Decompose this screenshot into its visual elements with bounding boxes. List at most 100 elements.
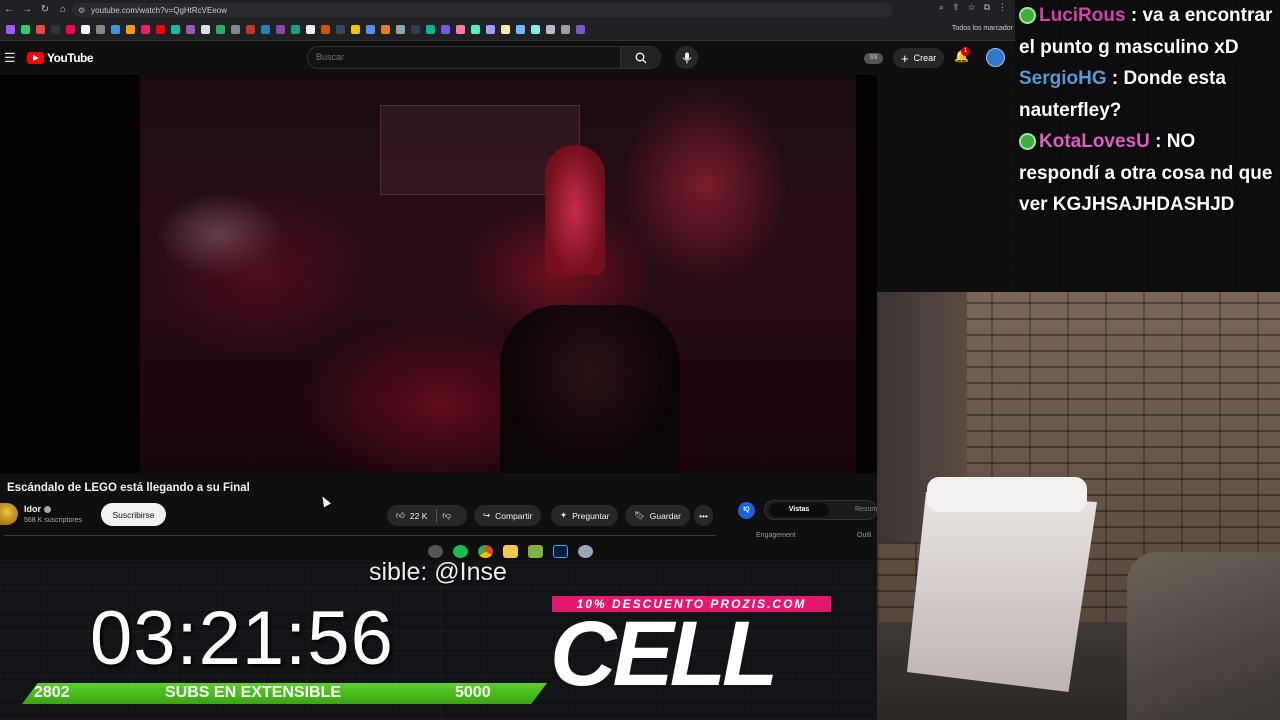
bookmark-icon[interactable] — [321, 25, 330, 34]
browser-window: ← → ↻ ⌂ ⚙ youtube.com/watch?v=QgHtRcVEeo… — [0, 0, 1015, 560]
bookmark-icon[interactable] — [531, 25, 540, 34]
chrome-icon[interactable] — [478, 544, 493, 558]
bookmark-icon[interactable] — [291, 25, 300, 34]
taskbar-app-icon[interactable] — [428, 544, 443, 558]
forward-icon[interactable]: → — [18, 4, 36, 15]
search-input[interactable] — [316, 52, 616, 62]
microphone-icon — [682, 52, 691, 63]
search-button[interactable] — [620, 47, 660, 68]
bookmark-icon[interactable] — [51, 25, 60, 34]
home-icon[interactable]: ⌂ — [54, 4, 72, 15]
webcam-bed — [907, 492, 1097, 692]
bookmark-icon[interactable] — [561, 25, 570, 34]
like-icon[interactable]: 👍︎ — [396, 510, 405, 521]
verified-icon — [44, 506, 51, 514]
divider — [4, 535, 716, 536]
bookmark-icon[interactable] — [306, 25, 315, 34]
bookmark-icon[interactable] — [186, 25, 195, 34]
bookmark-icon[interactable] — [81, 25, 90, 34]
subs-current: 2802 — [34, 684, 70, 701]
bookmark-icon[interactable] — [141, 25, 150, 34]
address-bar[interactable]: ⚙ youtube.com/watch?v=QgHtRcVEeow — [72, 3, 892, 17]
bookmark-icon[interactable] — [516, 25, 525, 34]
dislike-icon[interactable]: 👎︎ — [442, 510, 451, 521]
star-icon[interactable]: ☆ — [967, 2, 975, 13]
bookmark-icon[interactable] — [96, 25, 105, 34]
bookmark-icon[interactable] — [216, 25, 225, 34]
sparkle-icon: ✦ — [560, 510, 568, 520]
youtube-header: ☰ YouTube SS + Crear 🔔 1 — [0, 41, 1015, 75]
bookmark-icon[interactable] — [411, 25, 420, 34]
bookmark-icon[interactable] — [471, 25, 480, 34]
bookmark-icon[interactable] — [381, 25, 390, 34]
iq-badge[interactable]: IQ — [738, 502, 755, 519]
ss-badge[interactable]: SS — [864, 53, 883, 64]
create-label: Crear — [913, 53, 937, 63]
channel-name[interactable]: Idor — [24, 504, 51, 514]
ask-button[interactable]: ✦ Preguntar — [551, 505, 619, 526]
bookmark-icon[interactable] — [276, 25, 285, 34]
youtube-logo[interactable]: YouTube — [27, 51, 94, 65]
share-arrow-icon: ↪ — [483, 510, 491, 520]
folder-icon[interactable] — [503, 544, 518, 558]
bookmark-icon[interactable] — [261, 25, 270, 34]
bookmark-icon[interactable] — [21, 25, 30, 34]
bookmark-icon[interactable] — [576, 25, 585, 34]
subscriber-badge-icon — [1019, 133, 1036, 151]
subathon-timer: 03:21:56 — [90, 596, 394, 681]
bookmark-icon[interactable] — [246, 25, 255, 34]
bookmark-icon[interactable] — [501, 25, 510, 34]
taskbar-app-icon[interactable] — [578, 544, 593, 558]
like-divider — [436, 508, 438, 523]
bookmark-icon[interactable] — [171, 25, 180, 34]
menu-icon[interactable]: ☰ — [4, 50, 16, 66]
tab-summary[interactable]: Resum — [855, 503, 877, 517]
all-bookmarks-link[interactable]: Todos los marcador — [952, 25, 1013, 32]
bookmark-icon[interactable] — [6, 25, 15, 34]
chat-message: SergioHG : Donde esta nauterfley? — [1015, 63, 1280, 126]
bookmark-icon[interactable] — [336, 25, 345, 34]
bookmark-icon[interactable] — [366, 25, 375, 34]
share-button[interactable]: ↪ Compartir — [474, 505, 542, 526]
like-count[interactable]: 22 K — [410, 511, 428, 521]
tab-views[interactable]: Vistas — [769, 503, 829, 517]
subscribe-button[interactable]: Suscribirse — [101, 503, 166, 526]
bookmark-icon[interactable] — [546, 25, 555, 34]
bookmark-icon[interactable] — [231, 25, 240, 34]
create-button[interactable]: + Crear — [893, 48, 945, 68]
account-avatar[interactable] — [986, 48, 1005, 67]
more-icon: ••• — [699, 510, 708, 521]
save-label: Guardar — [649, 510, 681, 521]
back-icon[interactable]: ← — [0, 4, 18, 15]
chat-message: KotaLovesU : NO respondí a otra cosa nd … — [1015, 126, 1280, 221]
share-label: Compartir — [495, 510, 533, 521]
webcam-pillow — [927, 477, 1087, 512]
bookmark-icon[interactable] — [126, 25, 135, 34]
save-button[interactable]: 🔖︎ Guardar — [625, 505, 690, 526]
bookmark-icon[interactable] — [396, 25, 405, 34]
reload-icon[interactable]: ↻ — [36, 4, 54, 15]
zoom-icon[interactable]: ⌕ — [939, 2, 944, 13]
share-icon[interactable]: ⇪ — [952, 2, 960, 13]
video-player[interactable] — [0, 75, 877, 473]
bookmark-icon[interactable] — [111, 25, 120, 34]
bookmark-icon[interactable] — [66, 25, 75, 34]
channel-avatar[interactable] — [0, 503, 18, 525]
bookmark-icon[interactable] — [156, 25, 165, 34]
bookmark-icon[interactable] — [486, 25, 495, 34]
search-icon — [635, 52, 646, 63]
menu-icon[interactable]: ⋮ — [998, 2, 1007, 13]
voice-search-button[interactable] — [675, 46, 698, 69]
bookmark-icon[interactable] — [351, 25, 360, 34]
bookmark-icon[interactable] — [201, 25, 210, 34]
more-actions-button[interactable]: ••• — [694, 505, 713, 526]
bookmark-icon[interactable] — [441, 25, 450, 34]
bookmark-icon[interactable] — [426, 25, 435, 34]
spotify-icon[interactable] — [453, 544, 468, 558]
bookmark-icon[interactable] — [456, 25, 465, 34]
extensions-icon[interactable]: ⧉ — [984, 2, 990, 13]
bookmark-icon[interactable] — [36, 25, 45, 34]
site-info-icon[interactable]: ⚙ — [78, 6, 85, 15]
photoshop-icon[interactable] — [553, 544, 568, 558]
minecraft-icon[interactable] — [528, 544, 543, 558]
